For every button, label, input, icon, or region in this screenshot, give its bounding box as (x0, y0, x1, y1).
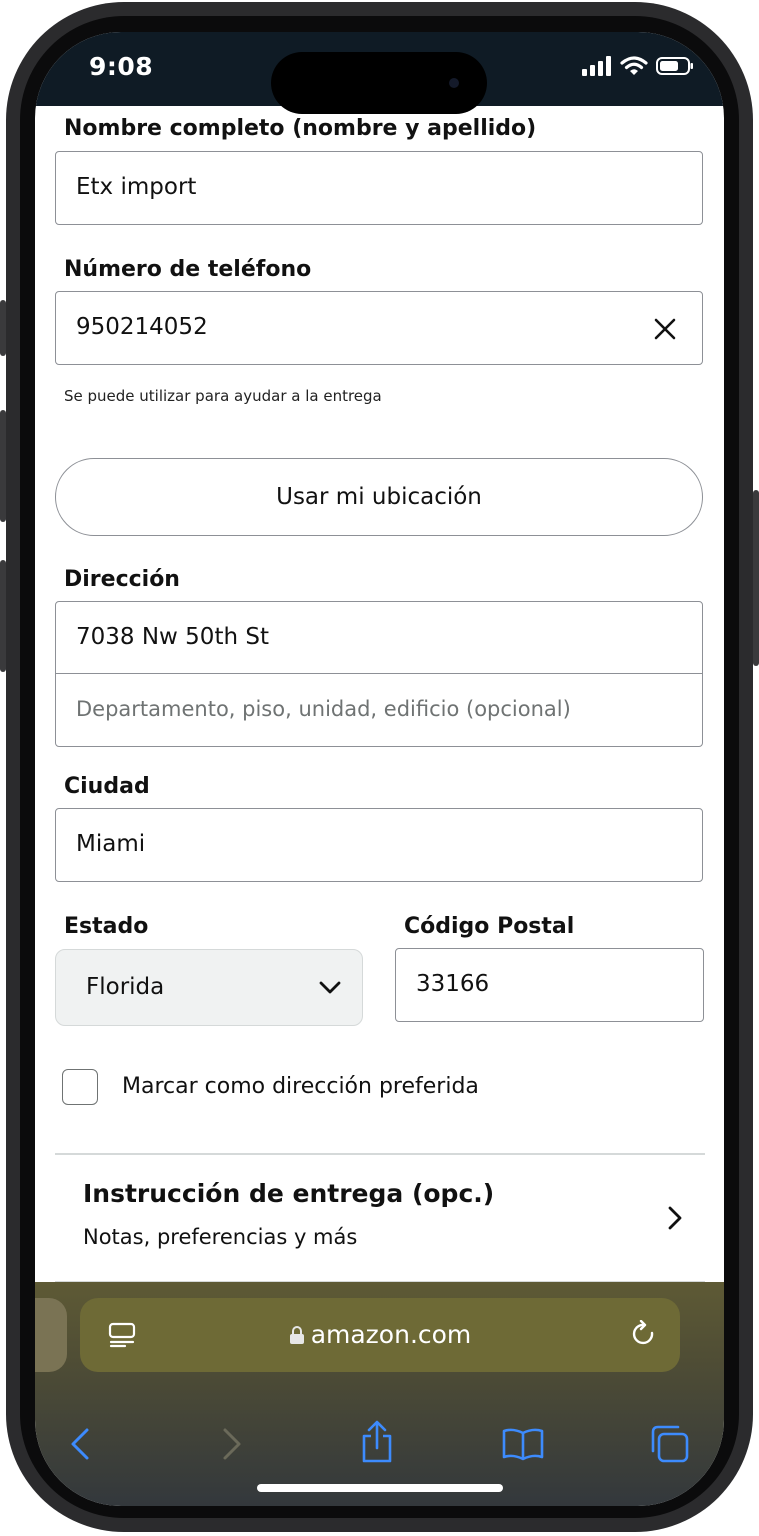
wifi-icon (620, 56, 648, 75)
forward-icon[interactable] (221, 1427, 243, 1461)
url-row: amazon.com (80, 1320, 680, 1349)
phone-label: Número de teléfono (64, 257, 312, 282)
address-label: Dirección (64, 567, 180, 592)
address-bar[interactable]: amazon.com (80, 1298, 680, 1372)
power-button (753, 490, 759, 666)
dynamic-island (271, 52, 487, 114)
screen: 9:08 Nombre completo (nombre y apellido)… (35, 32, 724, 1506)
use-location-button[interactable]: Usar mi ubicación (55, 458, 703, 536)
full-name-label: Nombre completo (nombre y apellido) (64, 116, 537, 141)
status-icons (582, 56, 694, 76)
delivery-instructions-title: Instrucción de entrega (opc.) (83, 1179, 495, 1208)
url-text: amazon.com (310, 1320, 472, 1349)
lock-icon (289, 1326, 304, 1344)
address-line2-input[interactable]: Departamento, piso, unidad, edificio (op… (55, 673, 703, 747)
share-icon[interactable] (359, 1420, 395, 1464)
battery-icon (656, 57, 693, 75)
status-bar: 9:08 (35, 32, 724, 114)
signal-icon (582, 56, 611, 76)
volume-up-button (0, 410, 6, 522)
postal-code-input[interactable]: 33166 (395, 948, 704, 1022)
previous-tab-peek[interactable] (35, 1298, 67, 1372)
preferred-address-checkbox[interactable] (62, 1069, 98, 1105)
safari-toolbar: amazon.com (35, 1282, 724, 1506)
full-name-input[interactable]: Etx import (55, 151, 703, 225)
back-icon[interactable] (69, 1427, 91, 1461)
postal-code-value: 33166 (416, 971, 490, 997)
tabs-icon[interactable] (649, 1424, 691, 1464)
postal-code-label: Código Postal (404, 914, 575, 939)
state-label: Estado (64, 914, 149, 939)
phone-hint: Se puede utilizar para ayudar a la entre… (64, 387, 382, 405)
city-label: Ciudad (64, 774, 150, 799)
city-value: Miami (76, 831, 146, 857)
state-select[interactable]: Florida (55, 949, 363, 1026)
delivery-instructions-row[interactable]: Instrucción de entrega (opc.) Notas, pre… (55, 1155, 705, 1281)
preferred-address-label[interactable]: Marcar como dirección preferida (122, 1074, 479, 1099)
status-time: 9:08 (89, 52, 154, 81)
bookmarks-icon[interactable] (501, 1427, 545, 1461)
volume-down-button (0, 560, 6, 672)
address-line1-input[interactable]: 7038 Nw 50th St (55, 601, 703, 675)
full-name-value: Etx import (76, 174, 197, 200)
delivery-instructions-subtitle: Notas, preferencias y más (83, 1225, 358, 1249)
clear-icon[interactable] (654, 318, 676, 340)
camera-dot (449, 78, 459, 88)
city-input[interactable]: Miami (55, 808, 703, 882)
phone-input[interactable]: 950214052 (55, 291, 703, 365)
phone-value: 950214052 (76, 314, 208, 340)
home-indicator (257, 1484, 503, 1492)
address-line2-placeholder: Departamento, piso, unidad, edificio (op… (76, 697, 571, 721)
state-value: Florida (86, 974, 165, 1000)
action-button (0, 300, 6, 356)
chevron-down-icon (319, 981, 341, 994)
address-line1-value: 7038 Nw 50th St (76, 624, 269, 650)
reload-icon[interactable] (630, 1320, 658, 1350)
chevron-right-icon (668, 1206, 682, 1230)
